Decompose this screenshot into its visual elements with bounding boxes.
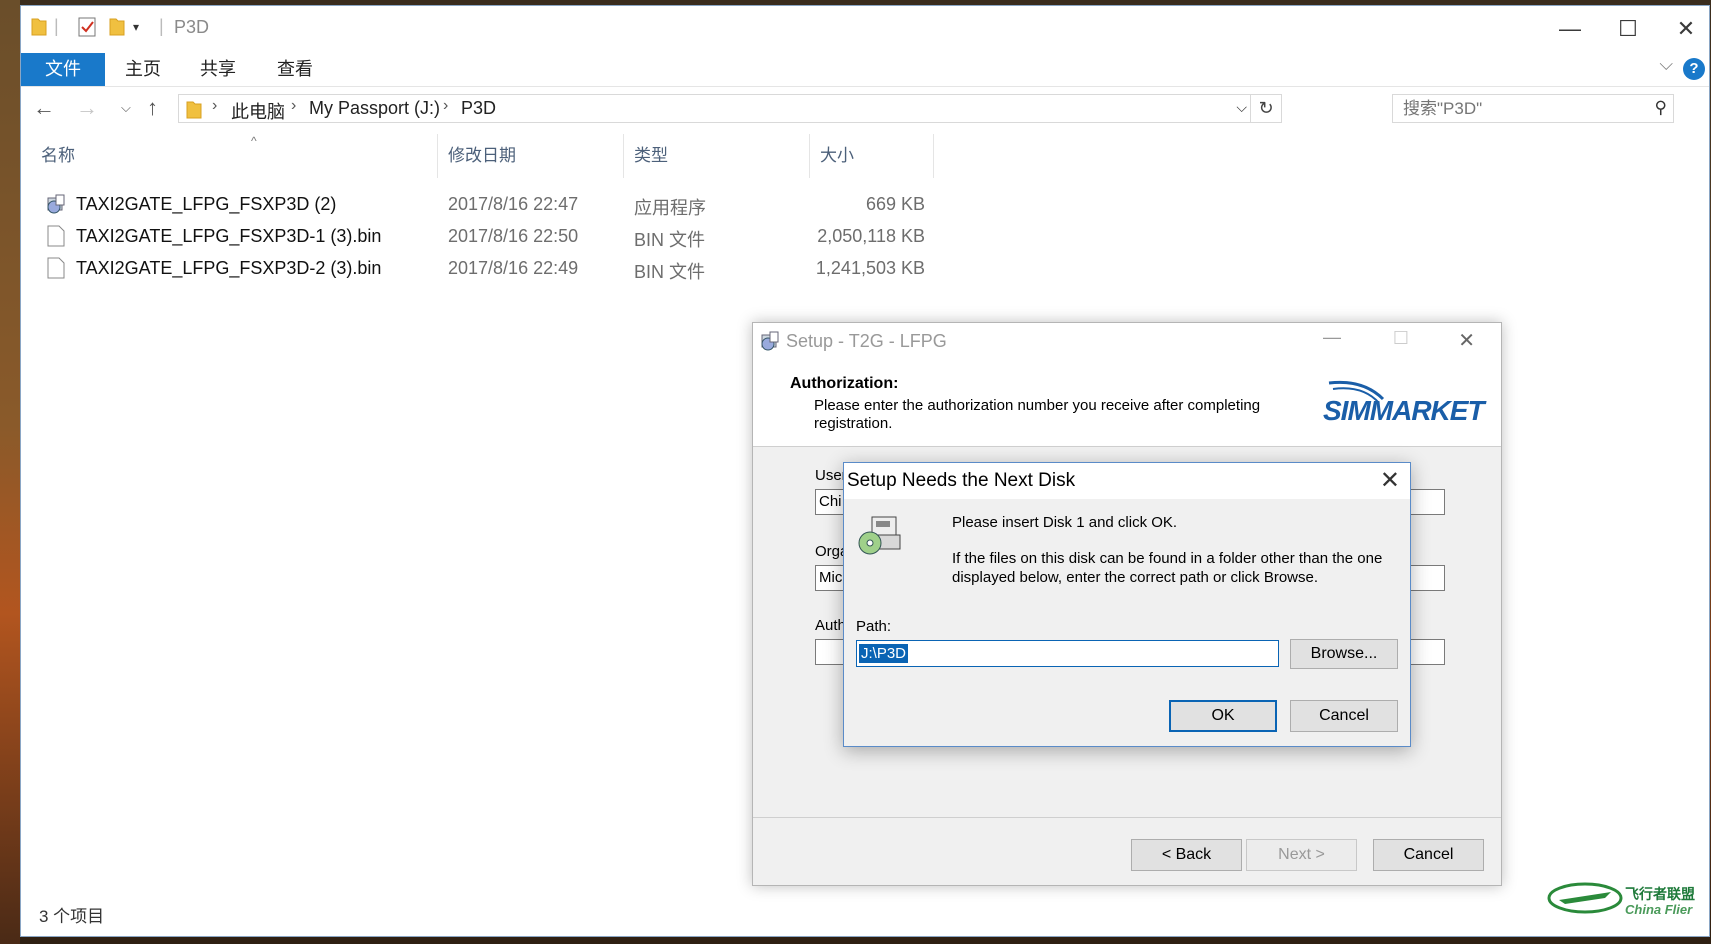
ok-button[interactable]: OK: [1169, 700, 1277, 732]
address-bar[interactable]: › 此电脑 › My Passport (J:) › P3D ⌵ ↻: [178, 94, 1282, 123]
tab-home[interactable]: 主页: [125, 53, 161, 86]
search-box[interactable]: ⚲: [1392, 94, 1674, 123]
back-button[interactable]: < Back: [1131, 839, 1242, 871]
search-input[interactable]: [1401, 98, 1635, 120]
page-description: Please enter the authorization number yo…: [814, 397, 1261, 432]
path-label: Path:: [856, 618, 892, 635]
minimize-icon[interactable]: —: [1323, 327, 1341, 348]
disk-drive-icon: [856, 513, 904, 566]
back-arrow-icon[interactable]: ←: [33, 95, 55, 121]
new-folder-icon[interactable]: [109, 16, 125, 41]
file-row[interactable]: TAXI2GATE_LFPG_FSXP3D-1 (3).bin 2017/8/1…: [21, 222, 941, 251]
file-date: 2017/8/16 22:47: [448, 194, 579, 214]
path-input[interactable]: J:\P3D: [856, 640, 1279, 667]
column-header-date[interactable]: 修改日期: [438, 134, 624, 178]
dialog-message-insert-disk: Please insert Disk 1 and click OK.: [952, 514, 1178, 531]
user-name-label: User: [815, 467, 847, 484]
column-header-type[interactable]: 类型: [624, 134, 810, 178]
tab-view[interactable]: 查看: [277, 53, 313, 86]
file-size: 1,241,503 KB: [815, 258, 925, 278]
browse-button[interactable]: Browse...: [1290, 639, 1398, 669]
separator: |: [54, 16, 59, 36]
folder-icon: [31, 16, 47, 41]
file-row[interactable]: TAXI2GATE_LFPG_FSXP3D-2 (3).bin 2017/8/1…: [21, 254, 941, 283]
up-arrow-icon[interactable]: ↑: [147, 95, 158, 121]
customize-toolbar-chevron-icon[interactable]: ▾: [133, 20, 139, 34]
tab-file[interactable]: 文件: [21, 53, 105, 86]
next-disk-dialog: Setup Needs the Next Disk ✕ Please inser…: [843, 462, 1411, 747]
setup-header: Authorization: Please enter the authoriz…: [753, 359, 1501, 447]
close-icon[interactable]: ✕: [1380, 466, 1400, 495]
file-type: BIN 文件: [634, 262, 706, 282]
watermark-text-cn: 飞行者联盟: [1625, 886, 1695, 902]
minimize-icon[interactable]: —: [1547, 14, 1593, 44]
dialog-message-path-info: If the files on this disk can be found i…: [952, 550, 1383, 586]
simmarket-logo: SIMMARKET: [1323, 377, 1485, 429]
site-watermark: 飞行者联盟 China Flier: [1545, 870, 1711, 940]
chevron-right-icon[interactable]: ›: [291, 97, 296, 115]
file-type: 应用程序: [634, 198, 706, 218]
setup-app-icon: [45, 193, 67, 220]
chevron-right-icon[interactable]: ›: [443, 97, 448, 115]
properties-icon[interactable]: [77, 16, 97, 43]
maximize-icon[interactable]: ☐: [1605, 14, 1651, 44]
setup-app-icon: [759, 330, 781, 357]
authorization-label: Auth: [815, 617, 846, 634]
breadcrumb-this-pc[interactable]: 此电脑: [231, 98, 285, 124]
close-icon[interactable]: ✕: [1663, 14, 1709, 44]
maximize-icon: ☐: [1392, 328, 1409, 348]
dialog-cancel-button[interactable]: Cancel: [1290, 700, 1398, 732]
help-icon[interactable]: ?: [1683, 58, 1705, 80]
title-bar: | ▾ | P3D — ☐ ✕: [21, 6, 1709, 50]
folder-icon: [186, 99, 202, 124]
chevron-right-icon[interactable]: ›: [212, 97, 217, 115]
status-bar-item-count: 3 个项目: [39, 907, 105, 926]
expand-ribbon-chevron-icon[interactable]: ⌵: [1659, 54, 1673, 75]
file-type: BIN 文件: [634, 230, 706, 250]
breadcrumb-drive[interactable]: My Passport (J:): [309, 98, 440, 119]
file-name: TAXI2GATE_LFPG_FSXP3D-1 (3).bin: [76, 226, 382, 246]
logo-text: SIMMARKET: [1323, 395, 1485, 426]
file-date: 2017/8/16 22:49: [448, 258, 579, 278]
watermark-text-en: China Flier: [1625, 902, 1693, 917]
breadcrumb-p3d[interactable]: P3D: [461, 98, 496, 119]
watermark-logo-icon: [1547, 882, 1623, 914]
file-icon: [47, 225, 65, 252]
close-icon[interactable]: ✕: [1458, 328, 1475, 353]
column-header-name[interactable]: 名称: [31, 134, 438, 178]
window-title: P3D: [174, 17, 210, 37]
search-icon[interactable]: ⚲: [1655, 98, 1667, 118]
path-input-value: J:\P3D: [859, 644, 909, 663]
tab-share[interactable]: 共享: [200, 53, 236, 86]
file-icon: [47, 257, 65, 284]
desktop-background: [0, 0, 20, 944]
file-date: 2017/8/16 22:50: [448, 226, 579, 246]
setup-window-title: Setup - T2G - LFPG: [786, 331, 947, 351]
file-row[interactable]: TAXI2GATE_LFPG_FSXP3D (2) 2017/8/16 22:4…: [21, 190, 941, 219]
ribbon: 文件 主页 共享 查看 ⌵ ?: [21, 50, 1709, 87]
file-size: 2,050,118 KB: [817, 226, 925, 246]
file-name: TAXI2GATE_LFPG_FSXP3D-2 (3).bin: [76, 258, 382, 278]
next-button: Next >: [1246, 839, 1357, 871]
separator: |: [159, 16, 164, 36]
navigation-bar: ← → ⌵ ↑ › 此电脑 › My Passport (J:) › P3D ⌵…: [21, 91, 1709, 129]
setup-title-bar: Setup - T2G - LFPG — ☐ ✕: [753, 323, 1501, 359]
file-size: 669 KB: [865, 194, 925, 214]
divider: [753, 817, 1501, 818]
recent-locations-chevron-icon[interactable]: ⌵: [121, 100, 131, 116]
column-header-size[interactable]: 大小: [810, 134, 934, 178]
page-heading: Authorization:: [790, 375, 899, 392]
forward-arrow-icon[interactable]: →: [76, 95, 98, 121]
refresh-icon[interactable]: ↻: [1250, 95, 1281, 122]
dialog-title-bar: Setup Needs the Next Disk ✕: [844, 463, 1410, 499]
dialog-title: Setup Needs the Next Disk: [847, 470, 1076, 491]
file-name: TAXI2GATE_LFPG_FSXP3D (2): [76, 194, 337, 214]
address-dropdown-chevron-icon[interactable]: ⌵: [1236, 99, 1247, 116]
setup-cancel-button[interactable]: Cancel: [1373, 839, 1484, 871]
